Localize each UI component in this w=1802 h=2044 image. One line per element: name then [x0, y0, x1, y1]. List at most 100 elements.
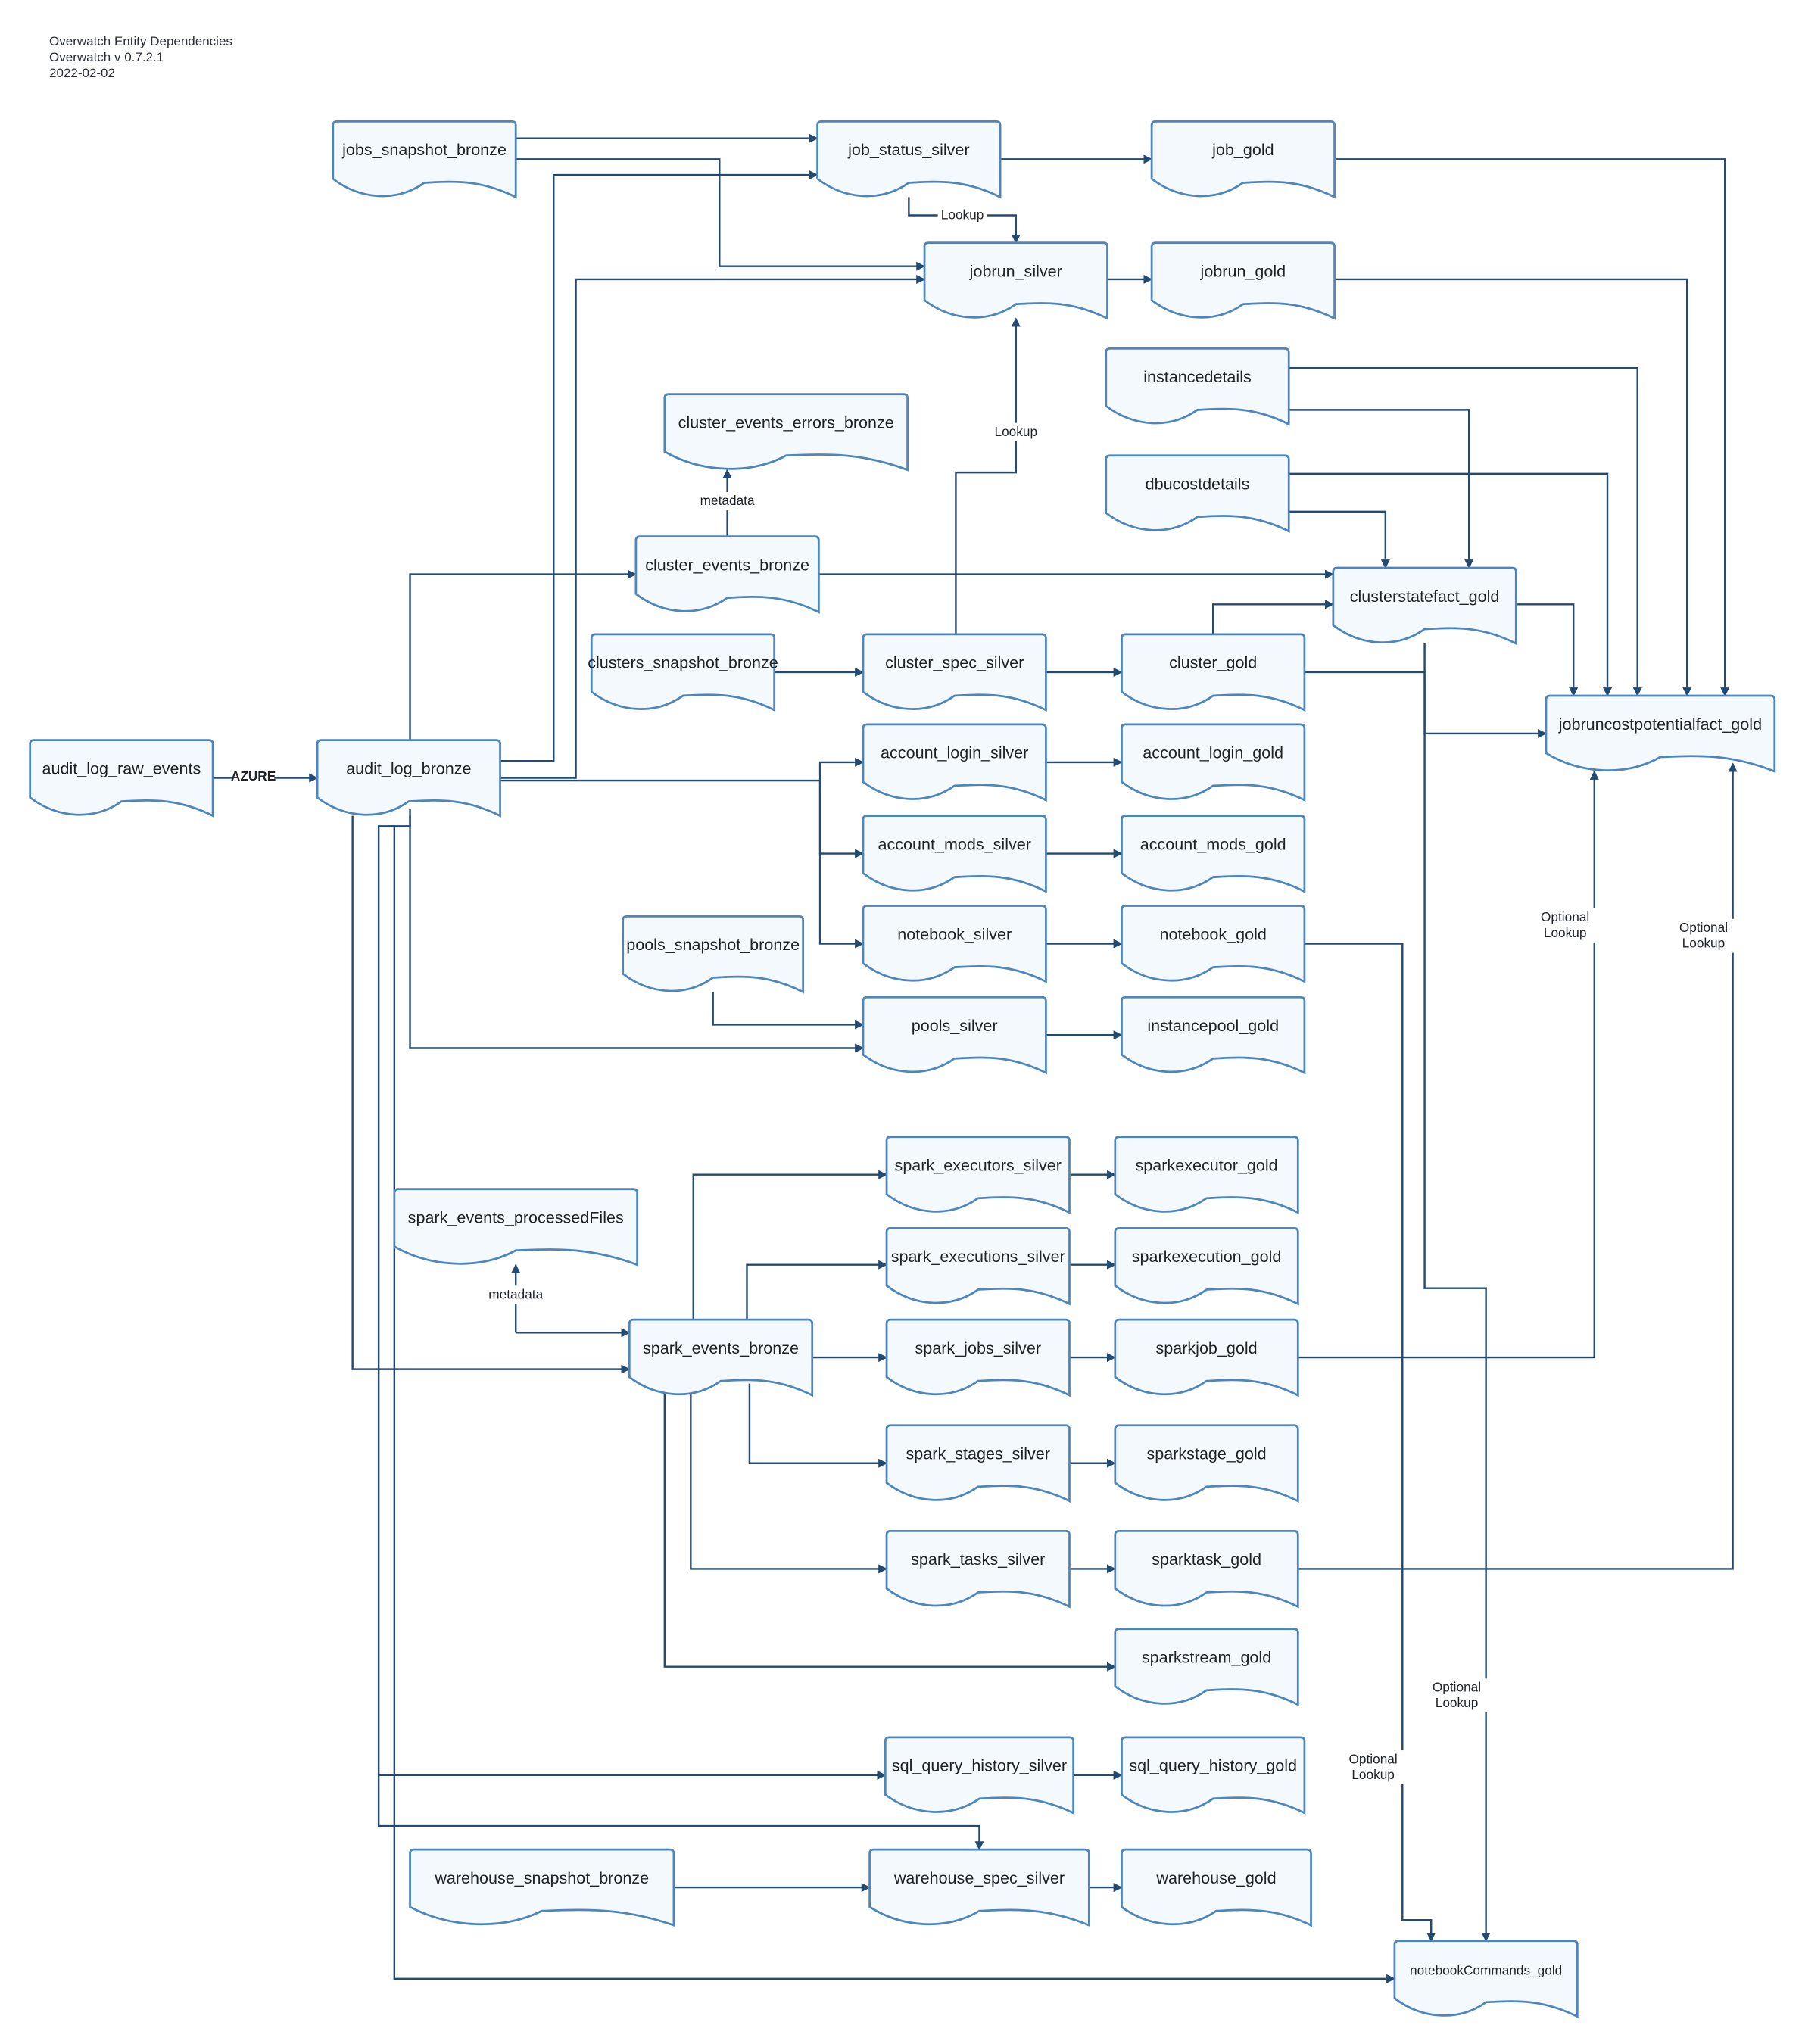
svg-text:Optional: Optional [1433, 1679, 1481, 1694]
node-clusterstatefact-gold[interactable]: clusterstatefact_gold [1332, 566, 1517, 646]
node-jobrun-gold[interactable]: jobrun_gold [1150, 241, 1336, 320]
node-label: spark_executions_silver [891, 1247, 1065, 1266]
node-account-login-gold[interactable]: account_login_gold [1121, 723, 1306, 802]
document-shape [862, 723, 1047, 802]
document-shape [1114, 1227, 1299, 1306]
node-warehouse-snapshot-bronze[interactable]: warehouse_snapshot_bronze [409, 1848, 675, 1927]
node-job-gold[interactable]: job_gold [1150, 120, 1336, 199]
node-spark-events-processedfiles[interactable]: spark_events_processedFiles [393, 1188, 639, 1267]
node-sparkexecution-gold[interactable]: sparkexecution_gold [1114, 1227, 1299, 1306]
document-shape [1332, 566, 1517, 646]
node-cluster-events-errors-bronze[interactable]: cluster_events_errors_bronze [663, 393, 909, 472]
node-label: notebook_silver [897, 924, 1012, 943]
node-instancepool-gold[interactable]: instancepool_gold [1121, 996, 1306, 1075]
document-shape [1121, 815, 1306, 893]
node-spark-jobs-silver[interactable]: spark_jobs_silver [885, 1318, 1071, 1397]
node-cluster-gold[interactable]: cluster_gold [1121, 633, 1306, 712]
document-shape [885, 1530, 1071, 1609]
node-sql-query-history-silver[interactable]: sql_query_history_silver [884, 1736, 1075, 1815]
edge-spark-events-to-executors [692, 1170, 888, 1320]
node-spark-events-bronze[interactable]: spark_events_bronze [628, 1318, 814, 1397]
node-dbucostdetails[interactable]: dbucostdetails [1105, 454, 1290, 533]
document-shape [1545, 694, 1776, 774]
edge-label-lookup-job-status: Lookup [937, 206, 987, 225]
node-warehouse-gold[interactable]: warehouse_gold [1121, 1848, 1312, 1927]
node-pools-snapshot-bronze[interactable]: pools_snapshot_bronze [622, 915, 805, 994]
document-shape [885, 1318, 1071, 1397]
document-shape [862, 815, 1047, 893]
node-sparkstream-gold[interactable]: sparkstream_gold [1114, 1628, 1299, 1706]
node-audit-log-bronze[interactable]: audit_log_bronze [316, 739, 501, 818]
node-notebook-silver[interactable]: notebook_silver [862, 905, 1047, 983]
node-label: jobs_snapshot_bronze [341, 140, 507, 159]
node-clusters-snapshot-bronze[interactable]: clusters_snapshot_bronze [588, 633, 778, 712]
edge-cluster-gold-to-clusterstate [1211, 600, 1335, 634]
node-sparkstage-gold[interactable]: sparkstage_gold [1114, 1424, 1299, 1503]
node-label: cluster_events_bronze [645, 555, 809, 574]
node-label: notebookCommands_gold [1410, 1963, 1562, 1978]
node-cluster-events-bronze[interactable]: cluster_events_bronze [634, 535, 820, 614]
node-label: sql_query_history_gold [1129, 1756, 1297, 1775]
node-job-status-silver[interactable]: job_status_silver [816, 120, 1002, 199]
node-label: sparkexecutor_gold [1136, 1156, 1278, 1175]
node-label: audit_log_raw_events [42, 759, 201, 777]
edge-label-metadata-cluster-events: metadata [695, 492, 759, 511]
svg-text:Lookup: Lookup [994, 424, 1037, 439]
node-label: spark_executors_silver [895, 1156, 1062, 1175]
node-label: sparkjob_gold [1155, 1338, 1257, 1357]
node-label: job_status_silver [847, 140, 970, 159]
node-sql-query-history-gold[interactable]: sql_query_history_gold [1121, 1736, 1306, 1815]
node-label: account_mods_gold [1140, 834, 1286, 853]
node-label: spark_stages_silver [906, 1444, 1050, 1463]
node-account-mods-gold[interactable]: account_mods_gold [1121, 815, 1306, 893]
document-shape [1114, 1318, 1299, 1397]
edge-clusterstate-to-notebookcommands [1423, 643, 1491, 1942]
node-account-mods-silver[interactable]: account_mods_silver [862, 815, 1047, 893]
svg-text:Optional: Optional [1679, 920, 1728, 935]
node-spark-stages-silver[interactable]: spark_stages_silver [885, 1424, 1071, 1503]
document-shape [868, 1848, 1090, 1927]
node-warehouse-spec-silver[interactable]: warehouse_spec_silver [868, 1848, 1090, 1927]
edge-instancedetails-to-clusterstate [1289, 409, 1474, 569]
document-shape [885, 1424, 1071, 1503]
node-spark-executors-silver[interactable]: spark_executors_silver [885, 1136, 1071, 1214]
node-label: clusters_snapshot_bronze [588, 653, 778, 672]
node-spark-tasks-silver[interactable]: spark_tasks_silver [885, 1530, 1071, 1609]
node-instancedetails[interactable]: instancedetails [1105, 347, 1290, 426]
node-sparkjob-gold[interactable]: sparkjob_gold [1114, 1318, 1299, 1397]
svg-text:Optional: Optional [1541, 909, 1589, 924]
node-notebook-gold[interactable]: notebook_gold [1121, 905, 1306, 983]
node-pools-silver[interactable]: pools_silver [862, 996, 1047, 1075]
node-label: dbucostdetails [1146, 475, 1250, 494]
document-shape [409, 1848, 675, 1927]
node-sparkexecutor-gold[interactable]: sparkexecutor_gold [1114, 1136, 1299, 1214]
document-shape [1114, 1530, 1299, 1609]
edge-cluster-spec-lookup-jobrun [955, 317, 1021, 634]
node-sparktask-gold[interactable]: sparktask_gold [1114, 1530, 1299, 1609]
edge-label-lookup-cluster-spec: Lookup [991, 422, 1041, 441]
node-notebookcommands-gold[interactable]: notebookCommands_gold [1393, 1940, 1579, 2019]
svg-text:Lookup: Lookup [941, 207, 984, 223]
node-jobrun-silver[interactable]: jobrun_silver [923, 241, 1108, 320]
document-shape [1121, 905, 1306, 983]
document-shape [1105, 347, 1290, 426]
document-shape [1121, 633, 1306, 712]
edge-label-optional-lookup-sparktask: OptionalLookup [1679, 918, 1765, 953]
node-account-login-silver[interactable]: account_login_silver [862, 723, 1047, 802]
document-shape [1150, 120, 1336, 199]
node-label: cluster_events_errors_bronze [678, 413, 894, 432]
document-shape [1150, 241, 1336, 320]
edge-dbucost-to-clusterstate [1289, 510, 1390, 569]
svg-text:metadata: metadata [700, 493, 755, 508]
node-cluster-spec-silver[interactable]: cluster_spec_silver [862, 633, 1047, 712]
node-label: jobruncostpotentialfact_gold [1558, 715, 1762, 734]
document-shape [1121, 996, 1306, 1075]
node-label: spark_events_processedFiles [408, 1208, 624, 1227]
node-label: account_login_gold [1143, 743, 1283, 762]
node-jobs-snapshot-bronze[interactable]: jobs_snapshot_bronze [332, 120, 517, 199]
edge-spark-events-to-tasks [690, 1390, 888, 1574]
node-audit-log-raw-events[interactable]: audit_log_raw_events [29, 739, 214, 818]
node-jobruncostpotentialfact-gold[interactable]: jobruncostpotentialfact_gold [1545, 694, 1776, 774]
node-spark-executions-silver[interactable]: spark_executions_silver [885, 1227, 1071, 1306]
dependency-diagram: jobs_snapshot_bronze job_status_silver job… [29, 120, 1776, 2019]
